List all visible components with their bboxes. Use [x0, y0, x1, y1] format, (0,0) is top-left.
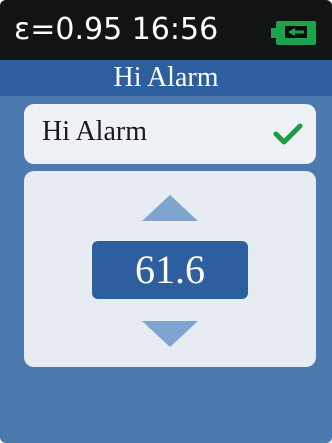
status-readout: ε=0.95 16:56: [14, 0, 218, 60]
main-content: Hi Alarm 61.6: [0, 96, 332, 443]
battery-charging-icon: [271, 21, 316, 45]
check-icon: [273, 123, 303, 145]
arrow-up-icon[interactable]: [140, 193, 200, 223]
status-bar: ε=0.95 16:56: [0, 0, 332, 60]
page-title: Hi Alarm: [0, 60, 332, 96]
emissivity-readout: ε=0.95: [14, 12, 123, 47]
hi-alarm-value[interactable]: 61.6: [92, 241, 248, 299]
hi-alarm-label: Hi Alarm: [42, 116, 147, 147]
clock-time: 16:56: [131, 12, 219, 47]
arrow-down-icon[interactable]: [140, 319, 200, 349]
value-adjust-panel: 61.6: [24, 171, 316, 367]
device-screen: ε=0.95 16:56 Hi Alarm Hi Alarm 61.6: [0, 0, 332, 443]
hi-alarm-toggle-row[interactable]: Hi Alarm: [24, 104, 316, 164]
